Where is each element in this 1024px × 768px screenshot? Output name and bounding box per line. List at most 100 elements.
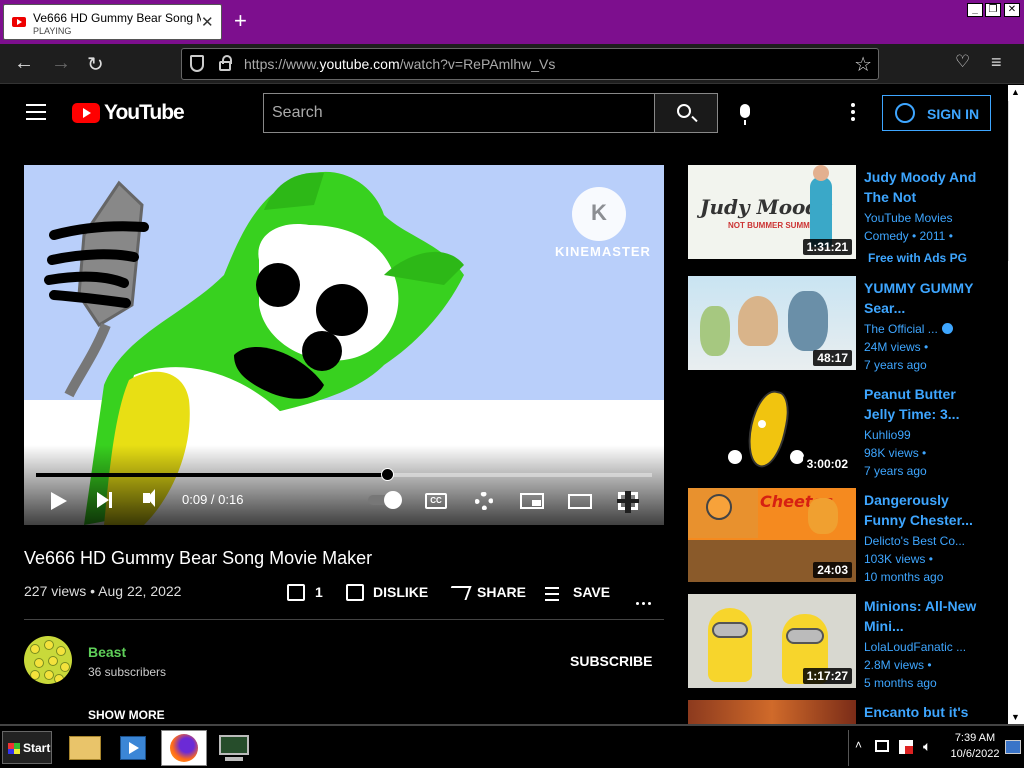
recommendation-item[interactable]: 3:00:02 Peanut Butter Jelly Time: 3... K… [688, 382, 1008, 478]
youtube-logo-icon[interactable] [72, 103, 100, 123]
rec-age: 7 years ago [864, 358, 927, 372]
fullscreen-icon[interactable] [617, 491, 639, 513]
save-button[interactable]: SAVE [573, 584, 610, 600]
rec-title[interactable]: Judy Moody And The Not Bumme... [864, 167, 982, 207]
share-button[interactable]: SHARE [477, 584, 526, 600]
next-icon[interactable] [97, 492, 112, 508]
page-scrollbar[interactable]: ▲ ▼ [1008, 85, 1024, 724]
shield-icon[interactable] [190, 55, 204, 72]
recommendation-item[interactable]: Cheetos 24:03 Dangerously Funny Chester.… [688, 488, 1008, 584]
url-text[interactable]: https://www.youtube.com/watch?v=RePAmlhw… [244, 56, 555, 72]
thumbnail-chester-cheetah[interactable]: Cheetos 24:03 [688, 488, 856, 582]
recommendation-item[interactable]: Judy Moody NOT BUMMER SUMMER 1:31:21 Jud… [688, 165, 1008, 265]
menu-icon[interactable]: ≡ [991, 52, 1002, 73]
youtube-header: YouTube SIGN IN [0, 85, 1008, 141]
rec-views: 103K views • [864, 552, 933, 566]
rec-title[interactable]: Dangerously Funny Chester... [864, 490, 982, 530]
rec-views: 2.8M views • [864, 658, 932, 672]
rec-age: 7 years ago [864, 464, 927, 478]
rec-channel[interactable]: Delicto's Best Co... [864, 534, 965, 548]
sign-in-button[interactable]: SIGN IN [882, 95, 991, 131]
bookmark-star-icon[interactable]: ☆ [854, 52, 872, 77]
rec-title[interactable]: YUMMY GUMMY Sear... [864, 278, 982, 318]
show-desktop-icon[interactable] [1005, 740, 1021, 754]
dislike-button[interactable]: DISLIKE [373, 584, 428, 600]
miniplayer-icon[interactable] [520, 493, 544, 509]
minimize-window-icon[interactable]: _ [967, 3, 983, 17]
search-input[interactable] [264, 94, 654, 132]
rec-channel[interactable]: The Official ... [864, 322, 953, 336]
reload-icon[interactable]: ↻ [87, 52, 104, 77]
browser-tab[interactable]: Ve666 HD Gummy Bear Song Movie Maker PLA… [3, 4, 222, 40]
firefox-app-icon[interactable] [161, 730, 207, 766]
clock[interactable]: 7:39 AM 10/6/2022 [946, 730, 1004, 762]
duration-badge: 3:00:02 [802, 456, 852, 472]
hamburger-icon[interactable] [26, 104, 46, 120]
clock-date: 10/6/2022 [950, 748, 1000, 760]
scroll-up-icon[interactable]: ▲ [1011, 87, 1020, 97]
url-bar[interactable]: https://www.youtube.com/watch?v=RePAmlhw… [181, 48, 879, 80]
thumbnail-yummy-gummy[interactable]: 48:17 [688, 276, 856, 370]
start-button[interactable]: Start [2, 731, 52, 764]
back-icon[interactable]: ← [14, 52, 34, 75]
progress-fill [36, 473, 388, 477]
rec-title[interactable]: Encanto but it's [864, 702, 982, 722]
forward-icon[interactable]: → [51, 52, 71, 75]
lock-icon[interactable] [219, 55, 232, 71]
video-meta: 227 views • Aug 22, 2022 [24, 583, 182, 599]
recommendation-item[interactable]: 48:17 YUMMY GUMMY Sear... The Official .… [688, 276, 1008, 372]
recommendation-item[interactable]: 1:17:27 Minions: All-New Mini... LolaLou… [688, 594, 1008, 690]
volume-icon[interactable] [143, 489, 155, 507]
network-icon[interactable] [875, 740, 889, 752]
gear-icon[interactable] [475, 492, 493, 510]
recommendation-item[interactable]: Encanto but it's [688, 700, 1008, 724]
media-player-app-icon[interactable] [110, 730, 156, 766]
show-hidden-icons-icon[interactable]: ˄ [855, 738, 862, 752]
thumbs-down-icon[interactable] [346, 584, 364, 601]
rec-channel[interactable]: Kuhlio99 [864, 428, 911, 442]
close-tab-icon[interactable]: ✕ [201, 13, 214, 31]
share-icon[interactable] [446, 586, 472, 600]
search-box[interactable] [263, 93, 655, 133]
pocket-icon[interactable]: ♡ [955, 52, 970, 72]
tab-title: Ve666 HD Gummy Bear Song Movie Maker [33, 11, 201, 25]
play-icon[interactable] [51, 492, 67, 510]
mic-icon[interactable] [740, 104, 750, 125]
scrollbar-thumb[interactable] [1008, 101, 1024, 261]
youtube-logo-text[interactable]: YouTube [104, 101, 185, 125]
duration-badge: 1:31:21 [802, 239, 852, 255]
thumbnail-judy-moody[interactable]: Judy Moody NOT BUMMER SUMMER 1:31:21 [688, 165, 856, 259]
rec-title[interactable]: Peanut Butter Jelly Time: 3... [864, 384, 982, 424]
action-center-flag-icon[interactable] [899, 740, 913, 754]
computer-app-icon[interactable] [211, 730, 257, 766]
channel-name[interactable]: Beast [88, 644, 126, 660]
duration-badge: 1:17:27 [802, 668, 852, 684]
thumbnail-encanto[interactable] [688, 700, 856, 724]
subscribe-button[interactable]: SUBSCRIBE [570, 653, 652, 669]
restore-window-icon[interactable]: ❐ [985, 3, 1001, 17]
show-more-button[interactable]: SHOW MORE [88, 708, 165, 722]
rec-channel[interactable]: YouTube Movies [864, 211, 953, 225]
file-explorer-app-icon[interactable] [63, 730, 109, 766]
like-count[interactable]: 1 [315, 584, 323, 600]
rec-title[interactable]: Minions: All-New Mini... [864, 596, 982, 636]
scroll-down-icon[interactable]: ▼ [1011, 712, 1020, 722]
new-tab-plus-icon[interactable]: + [234, 8, 247, 34]
search-button[interactable] [654, 93, 718, 133]
rec-channel[interactable]: LolaLoudFanatic ... [864, 640, 966, 654]
autoplay-toggle[interactable] [368, 491, 402, 509]
progress-bar[interactable] [36, 468, 652, 481]
thumbnail-banana[interactable]: 3:00:02 [688, 382, 856, 476]
thumbnail-minions[interactable]: 1:17:27 [688, 594, 856, 688]
close-window-icon[interactable]: ✕ [1004, 3, 1020, 17]
watermark-text: KINEMASTER [555, 244, 651, 259]
more-horiz-icon[interactable] [636, 592, 654, 610]
cc-icon[interactable]: CC [425, 493, 447, 509]
save-playlist-icon[interactable] [545, 587, 565, 605]
thumbs-up-icon[interactable] [287, 584, 305, 601]
more-vert-icon[interactable] [851, 103, 855, 124]
video-player[interactable]: K KINEMASTER 0:09 / 0:16 CC [24, 165, 664, 525]
volume-tray-icon[interactable]: 🔈︎ [923, 738, 931, 755]
theater-icon[interactable] [568, 494, 592, 509]
channel-avatar[interactable] [24, 636, 72, 684]
